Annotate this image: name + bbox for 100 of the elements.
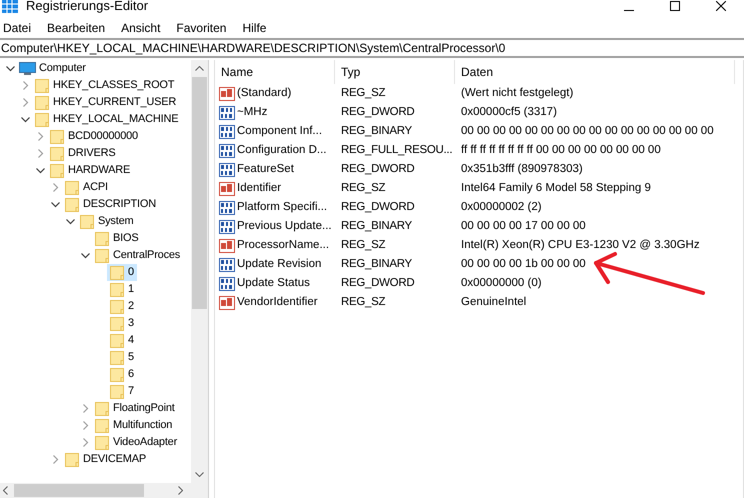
scroll-right-icon[interactable] (178, 486, 183, 495)
tree-item[interactable]: Computer (17, 60, 89, 77)
tree-item[interactable]: BIOS (92, 230, 142, 247)
tree-item[interactable]: HARDWARE (47, 162, 134, 179)
close-icon (716, 1, 726, 11)
tree-item[interactable]: 1 (107, 281, 137, 298)
column-header[interactable]: Daten (455, 60, 735, 84)
value-name[interactable]: ~MHz (237, 104, 268, 122)
value-data: 00 00 00 00 1b 00 00 00 (460, 256, 586, 272)
folder-icon (109, 332, 125, 348)
tree-item[interactable]: CentralProces (92, 247, 184, 264)
expand-chevron-icon[interactable] (51, 455, 60, 464)
menu-item[interactable]: Ansicht (118, 19, 164, 37)
collapse-chevron-icon[interactable] (21, 115, 30, 124)
computer-icon (19, 62, 36, 76)
menu-item[interactable]: Datei (0, 19, 34, 37)
tree-item[interactable]: 2 (107, 298, 137, 315)
tree-item[interactable]: HKEY_CURRENT_USER (32, 94, 180, 111)
value-type: REG_SZ (340, 238, 386, 253)
binary-value-icon (219, 124, 235, 140)
column-header[interactable]: Typ (335, 60, 455, 84)
folder-icon (49, 128, 65, 144)
value-data: (Wert nicht festgelegt) (460, 86, 574, 101)
expand-chevron-icon[interactable] (81, 404, 90, 413)
tree-item[interactable]: 0 (107, 264, 137, 281)
horizontal-scrollbar[interactable] (0, 483, 208, 498)
tree-item[interactable]: DEVICEMAP (62, 451, 149, 468)
tree-item[interactable]: HKEY_CLASSES_ROOT (32, 77, 178, 94)
scroll-up-icon[interactable] (195, 66, 204, 71)
tree-item[interactable]: VideoAdapter (92, 434, 180, 451)
value-name[interactable]: ProcessorName... (237, 236, 330, 254)
value-name[interactable]: Configuration D... (237, 142, 326, 160)
binary-value-icon (219, 218, 235, 234)
expand-chevron-icon[interactable] (36, 132, 45, 141)
column-header[interactable]: Name (215, 60, 335, 84)
expand-chevron-icon[interactable] (21, 98, 30, 107)
tree-item[interactable]: FloatingPoint (92, 400, 178, 417)
binary-value-icon (219, 200, 235, 216)
collapse-chevron-icon[interactable] (6, 64, 15, 73)
value-name[interactable]: (Standard) (237, 84, 292, 102)
folder-icon (34, 112, 50, 128)
address-path: Computer\HKEY_LOCAL_MACHINE\HARDWARE\DESCRIPTION\System\CentralProcessor\0 (0, 40, 506, 57)
value-data: 00 00 00 00 17 00 00 00 (460, 218, 586, 234)
folder-icon (94, 418, 110, 434)
collapse-chevron-icon[interactable] (66, 217, 75, 226)
tree-item[interactable]: DESCRIPTION (62, 196, 159, 213)
tree-item[interactable]: Multifunction (92, 417, 176, 434)
tree-item[interactable]: BCD00000000 (47, 128, 141, 145)
value-type: REG_DWORD (340, 200, 416, 215)
folder-icon (34, 78, 50, 94)
value-name[interactable]: Previous Update... (237, 218, 332, 236)
vertical-scrollbar[interactable] (191, 60, 208, 483)
collapse-chevron-icon[interactable] (81, 251, 90, 260)
value-data: 0x00000000 (0) (460, 276, 542, 291)
binary-value-icon (219, 162, 235, 178)
tree-item[interactable]: 5 (107, 349, 137, 366)
scroll-down-icon[interactable] (195, 472, 204, 477)
binary-value-icon (219, 256, 235, 272)
folder-icon (109, 350, 125, 366)
value-data: 00 00 00 00 00 00 00 00 00 00 00 00 00 00 00 00 (460, 124, 714, 139)
value-name[interactable]: Update Revision (237, 256, 322, 274)
value-name[interactable]: Identifier (237, 180, 282, 198)
tree-item[interactable]: ACPI (62, 179, 111, 196)
binary-value-icon (219, 276, 235, 292)
expand-chevron-icon[interactable] (21, 81, 30, 90)
tree-item[interactable]: 6 (107, 366, 137, 383)
scrollbar-thumb[interactable] (192, 77, 208, 309)
tree-item[interactable]: System (77, 213, 136, 230)
string-value-icon (219, 180, 235, 196)
value-name[interactable]: FeatureSet (237, 160, 294, 178)
tree-item[interactable]: 4 (107, 332, 137, 349)
tree-item[interactable]: 3 (107, 315, 137, 332)
scrollbar-thumb[interactable] (14, 484, 144, 497)
value-name[interactable]: Update Status (237, 274, 310, 292)
folder-icon (49, 146, 65, 162)
collapse-chevron-icon[interactable] (36, 166, 45, 175)
folder-icon (94, 230, 110, 246)
expand-chevron-icon[interactable] (81, 421, 90, 430)
tree-item[interactable]: DRIVERS (47, 145, 118, 162)
menu-item[interactable]: Hilfe (239, 19, 270, 37)
scroll-left-icon[interactable] (3, 486, 8, 495)
value-type: REG_DWORD (340, 162, 416, 177)
address-bar[interactable]: Computer\HKEY_LOCAL_MACHINE\HARDWARE\DESCRIPTION\System\CentralProcessor\0 (0, 38, 744, 58)
expand-chevron-icon[interactable] (36, 149, 45, 158)
tree-item[interactable]: HKEY_LOCAL_MACHINE (32, 111, 182, 128)
folder-icon (109, 298, 125, 314)
value-name[interactable]: VendorIdentifier (237, 294, 318, 312)
value-name[interactable]: Component Inf... (237, 122, 322, 140)
collapse-chevron-icon[interactable] (51, 200, 60, 209)
value-type: REG_SZ (340, 180, 386, 196)
value-data: ff ff ff ff ff ff ff ff 00 00 00 00 00 00 00 00 (460, 142, 661, 158)
menu-item[interactable]: Bearbeiten (44, 19, 108, 37)
value-name[interactable]: Platform Specifi... (237, 198, 328, 216)
menu-item[interactable]: Favoriten (173, 19, 230, 37)
folder-icon (79, 214, 95, 230)
expand-chevron-icon[interactable] (81, 438, 90, 447)
expand-chevron-icon[interactable] (51, 183, 60, 192)
binary-value-icon (219, 142, 235, 158)
tree-item[interactable]: 7 (107, 383, 137, 400)
folder-icon (94, 248, 110, 264)
